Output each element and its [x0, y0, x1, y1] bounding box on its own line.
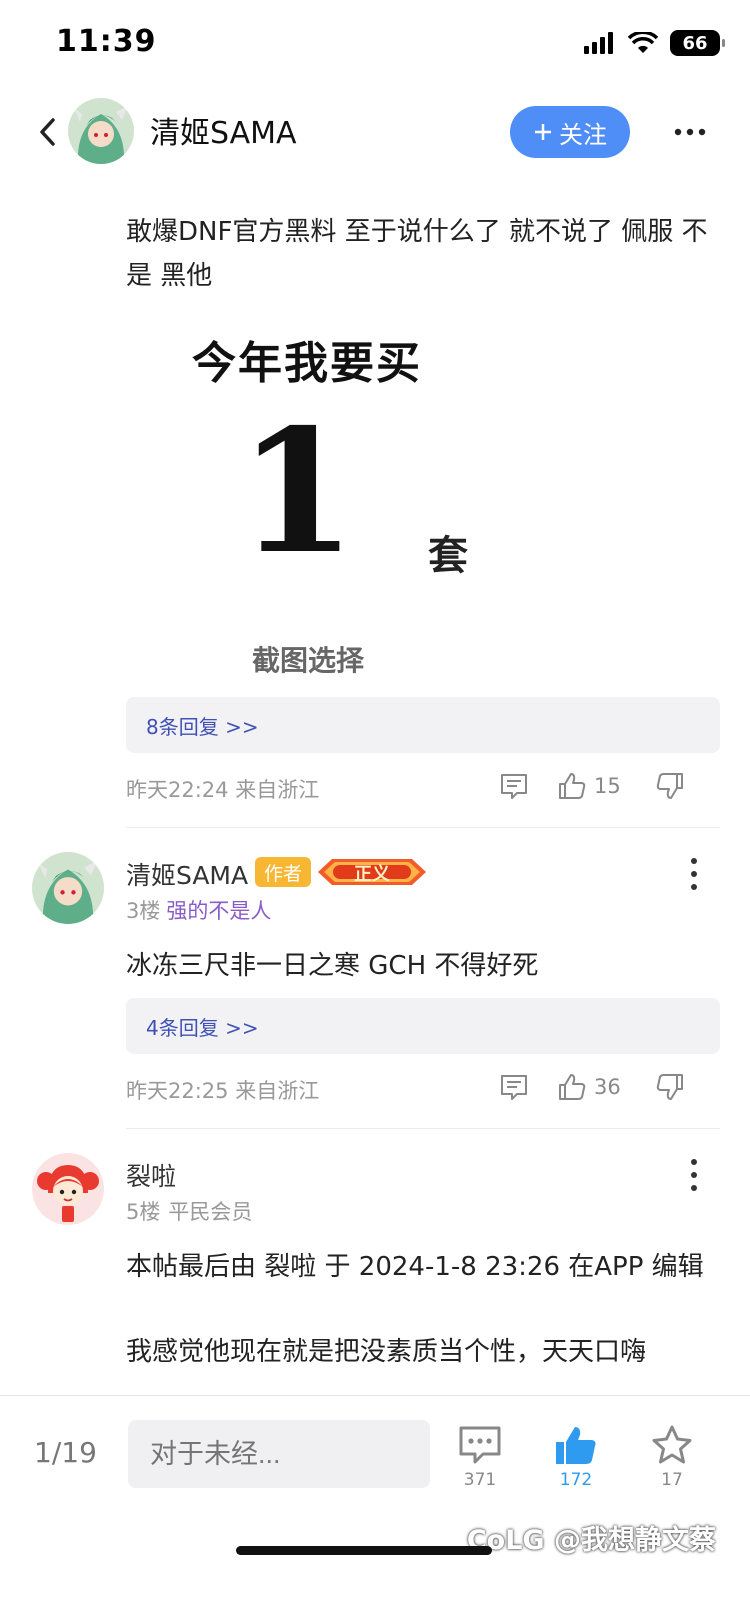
status-time: 11:39 — [56, 24, 157, 59]
plus-icon — [535, 124, 551, 140]
like-button[interactable]: 172 — [546, 1424, 606, 1490]
signal-icon — [584, 32, 613, 54]
commenter-avatar[interactable] — [32, 1153, 104, 1225]
commenter-avatar[interactable] — [32, 852, 104, 924]
dot — [691, 858, 697, 864]
replies-link[interactable]: 8条回复 >> — [146, 711, 259, 740]
back-button[interactable] — [30, 110, 64, 154]
post-text: 敢爆DNF官方黑料 至于说什么了 就不说了 佩服 不是 黑他 — [126, 217, 708, 291]
reply-box[interactable]: 4条回复 >> — [126, 998, 720, 1054]
comments-button[interactable]: 371 — [450, 1424, 510, 1490]
more-dots-icon — [674, 128, 706, 136]
dot — [691, 1172, 697, 1178]
status-icons: 66 — [584, 30, 725, 56]
favorite-count: 17 — [661, 1470, 683, 1490]
follow-label: 关注 — [559, 120, 607, 149]
image-caption: 截图选择 — [252, 644, 365, 677]
post-header: 清姬SAMA 关注 — [0, 88, 750, 176]
thumbs-up-icon — [556, 1427, 596, 1464]
favorite-button[interactable]: 17 — [642, 1424, 702, 1490]
post-meta: 昨天22:24 来自浙江 15 — [126, 766, 720, 806]
bottom-bar: 1/19 371 172 17 CoLG @我想静文蔡 — [0, 1395, 750, 1624]
watermark: CoLG @我想静文蔡 — [466, 1525, 716, 1556]
thumbs-down-icon[interactable] — [654, 770, 686, 802]
post-time-location: 昨天22:24 来自浙江 — [126, 778, 320, 802]
image-number: 1 — [238, 392, 357, 592]
commenter-name[interactable]: 清姬SAMA — [126, 856, 248, 892]
follow-button[interactable]: 关注 — [510, 106, 630, 158]
dot — [691, 884, 697, 890]
divider — [126, 827, 720, 828]
post-like-count: 15 — [594, 774, 621, 798]
floor-number: 3楼 — [126, 899, 161, 923]
floor-number: 5楼 — [126, 1200, 161, 1224]
comment-more-button[interactable] — [682, 854, 706, 894]
divider — [126, 1128, 720, 1129]
replies-link[interactable]: 4条回复 >> — [146, 1012, 259, 1041]
status-bar: 11:39 66 — [0, 0, 750, 88]
author-name[interactable]: 清姬SAMA — [150, 108, 297, 152]
edit-note: 本帖最后由 裂啦 于 2024-1-8 23:26 在APP 编辑 — [126, 1252, 704, 1282]
comment-icon[interactable] — [498, 770, 530, 802]
comment-meta: 昨天22:25 来自浙江 36 — [126, 1067, 720, 1107]
comment-more-button[interactable] — [682, 1155, 706, 1195]
justice-badge: 正义 — [318, 857, 426, 887]
dot — [691, 871, 697, 877]
wifi-icon — [628, 32, 658, 53]
reply-box[interactable]: 8条回复 >> — [126, 697, 720, 753]
dot — [691, 1159, 697, 1165]
image-text-line1: 今年我要买 — [192, 338, 422, 389]
comment-text: 冰冻三尺非一日之寒 GCH 不得好死 — [126, 951, 539, 981]
badge-text: 正义 — [354, 864, 390, 885]
more-button[interactable] — [668, 112, 712, 152]
star-icon — [652, 1425, 692, 1464]
post-image[interactable]: 今年我要买 1 套 截图选择 — [126, 305, 606, 695]
reply-input[interactable] — [128, 1420, 430, 1488]
back-arrow-icon — [40, 118, 55, 146]
comment-icon[interactable] — [498, 1071, 530, 1103]
comment-like-count: 36 — [594, 1075, 621, 1099]
comment-count: 371 — [463, 1470, 497, 1490]
member-level: 平民会员 — [168, 1200, 253, 1224]
comment-floor-info: 3楼 强的不是人 — [126, 895, 271, 925]
thumbs-up-icon[interactable] — [556, 1071, 588, 1103]
author-avatar[interactable] — [68, 98, 134, 164]
author-tag: 作者 — [255, 857, 311, 887]
commenter-name[interactable]: 裂啦 — [126, 1157, 176, 1193]
battery-icon: 66 — [670, 30, 725, 56]
comment-text: 我感觉他现在就是把没素质当个性，天天口嗨 — [126, 1337, 647, 1367]
comment-time-location: 昨天22:25 来自浙江 — [126, 1079, 320, 1103]
image-unit: 套 — [428, 533, 468, 579]
comment-floor-info: 5楼 平民会员 — [126, 1196, 252, 1226]
page-indicator[interactable]: 1/19 — [34, 1436, 97, 1469]
thumbs-down-icon[interactable] — [654, 1071, 686, 1103]
dot — [691, 1185, 697, 1191]
home-indicator[interactable] — [236, 1546, 492, 1555]
like-count: 172 — [559, 1470, 593, 1490]
comment-icon — [459, 1426, 501, 1464]
member-level: 强的不是人 — [166, 899, 272, 923]
thumbs-up-icon[interactable] — [556, 770, 588, 802]
